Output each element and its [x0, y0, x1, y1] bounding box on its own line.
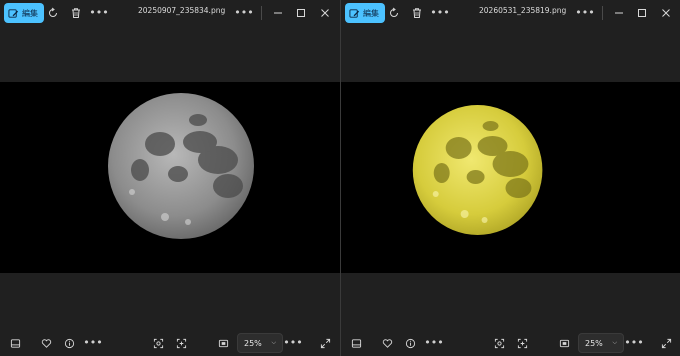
- delete-button[interactable]: [408, 4, 426, 22]
- info-button[interactable]: [60, 334, 78, 352]
- edit-button[interactable]: 編集: [345, 3, 385, 23]
- title-more-button[interactable]: •••: [575, 4, 595, 22]
- minimize-button[interactable]: [610, 4, 628, 22]
- rotate-button[interactable]: [44, 4, 62, 22]
- fit-button[interactable]: [555, 334, 573, 352]
- moon-photo: [412, 105, 543, 235]
- chevron-down-icon: ⌵: [271, 339, 276, 346]
- file-name: 20260531_235819.png: [479, 6, 567, 15]
- title-more-button[interactable]: •••: [234, 4, 254, 22]
- zoom-more-button[interactable]: •••: [624, 334, 644, 352]
- zoom-select[interactable]: 25% ⌵: [578, 333, 624, 353]
- edit-icon: [8, 8, 19, 18]
- visual-search-icon: [494, 338, 504, 348]
- fit-icon: [218, 339, 228, 347]
- edit-button[interactable]: 編集: [4, 3, 44, 23]
- chevron-down-icon: ⌵: [612, 339, 617, 346]
- visual-search-button[interactable]: [149, 334, 167, 352]
- delete-icon: [413, 8, 421, 18]
- maximize-button[interactable]: [633, 4, 651, 22]
- separator: [602, 6, 603, 20]
- delete-button[interactable]: [67, 4, 85, 22]
- zoom-value: 25%: [585, 338, 603, 348]
- zoom-value: 25%: [244, 338, 262, 348]
- fullscreen-icon: [320, 338, 330, 348]
- crop-icon: [517, 338, 527, 348]
- crop-button[interactable]: [513, 334, 531, 352]
- close-icon: [662, 9, 670, 17]
- favorite-icon: [382, 338, 392, 348]
- crop-icon: [176, 338, 186, 348]
- zoom-more-button[interactable]: •••: [283, 334, 303, 352]
- info-icon: [64, 338, 74, 348]
- fullscreen-icon: [661, 338, 671, 348]
- maximize-button[interactable]: [292, 4, 310, 22]
- zoom-select[interactable]: 25% ⌵: [237, 333, 283, 353]
- photo-viewer-window-left: 編集 ••• 20250907_235834.png ••• ••• 25% ⌵…: [0, 0, 340, 356]
- more-button[interactable]: •••: [430, 4, 450, 22]
- file-name: 20250907_235834.png: [138, 6, 226, 15]
- info-icon: [405, 338, 415, 348]
- maximize-icon: [638, 9, 646, 17]
- more-button[interactable]: •••: [83, 334, 103, 352]
- edit-label: 編集: [363, 8, 379, 18]
- more-icon: •••: [283, 336, 303, 349]
- fullscreen-button[interactable]: [316, 334, 334, 352]
- more-icon: •••: [624, 336, 644, 349]
- filmstrip-icon: [351, 338, 361, 348]
- more-icon: •••: [575, 6, 595, 19]
- favorite-button[interactable]: [37, 334, 55, 352]
- close-button[interactable]: [316, 4, 334, 22]
- more-icon: •••: [424, 336, 444, 349]
- separator: [261, 6, 262, 20]
- title-bar: 編集 ••• 20250907_235834.png •••: [0, 0, 340, 26]
- more-button[interactable]: •••: [89, 4, 109, 22]
- minimize-icon: [615, 12, 623, 14]
- fit-icon: [559, 339, 569, 347]
- maximize-icon: [297, 9, 305, 17]
- minimize-icon: [274, 12, 282, 14]
- edit-label: 編集: [22, 8, 38, 18]
- title-bar: 編集 ••• 20260531_235819.png •••: [341, 0, 680, 26]
- info-button[interactable]: [401, 334, 419, 352]
- more-icon: •••: [83, 336, 103, 349]
- bottom-bar: ••• 25% ⌵ •••: [0, 330, 340, 356]
- filmstrip-button[interactable]: [6, 334, 24, 352]
- rotate-button[interactable]: [385, 4, 403, 22]
- minimize-button[interactable]: [269, 4, 287, 22]
- rotate-icon: [390, 7, 398, 17]
- delete-icon: [72, 8, 80, 18]
- close-icon: [321, 9, 329, 17]
- close-button[interactable]: [657, 4, 675, 22]
- photo-canvas[interactable]: [0, 82, 340, 273]
- crop-button[interactable]: [172, 334, 190, 352]
- moon-photo: [108, 93, 254, 239]
- more-button[interactable]: •••: [424, 334, 444, 352]
- visual-search-icon: [153, 338, 163, 348]
- bottom-bar: ••• 25% ⌵ •••: [341, 330, 680, 356]
- photo-viewer-window-right: 編集 ••• 20260531_235819.png ••• ••• 25% ⌵…: [340, 0, 680, 356]
- more-icon: •••: [430, 6, 450, 19]
- edit-icon: [349, 8, 360, 18]
- fullscreen-button[interactable]: [657, 334, 675, 352]
- rotate-icon: [49, 7, 57, 17]
- more-icon: •••: [89, 6, 109, 19]
- filmstrip-button[interactable]: [347, 334, 365, 352]
- favorite-icon: [41, 338, 51, 348]
- photo-canvas[interactable]: [341, 82, 680, 273]
- more-icon: •••: [234, 6, 254, 19]
- visual-search-button[interactable]: [490, 334, 508, 352]
- fit-button[interactable]: [214, 334, 232, 352]
- favorite-button[interactable]: [378, 334, 396, 352]
- filmstrip-icon: [10, 338, 20, 348]
